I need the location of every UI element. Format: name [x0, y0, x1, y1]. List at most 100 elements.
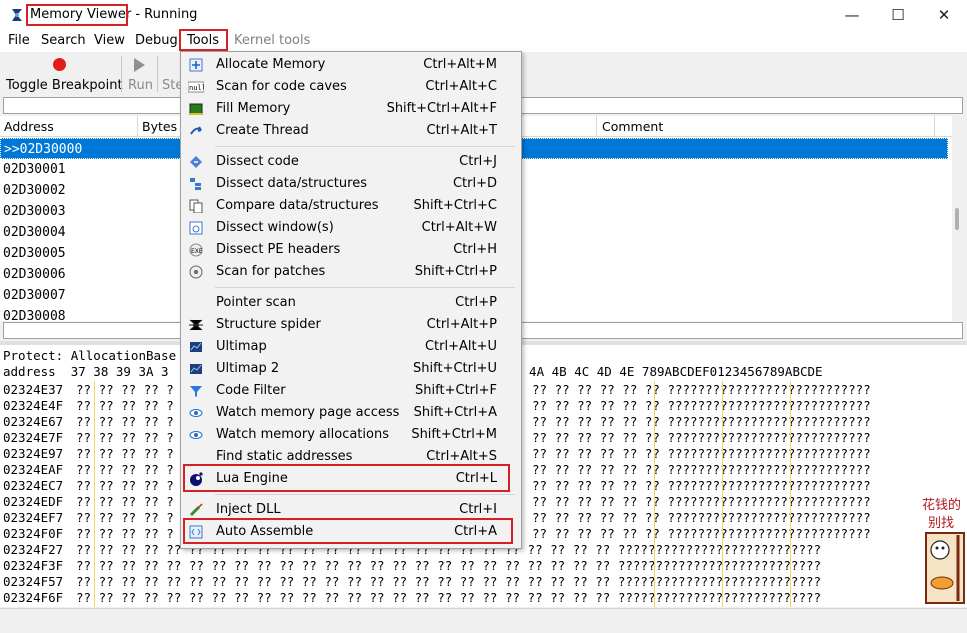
compare-icon [188, 198, 204, 214]
menu-item-inject-dll[interactable]: Inject DLL Ctrl+I [181, 499, 519, 521]
hex-row-bytes[interactable]: ?? ?? ?? ?? ? [76, 510, 174, 526]
hex-row-bytes[interactable]: ?? ?? ?? ?? ? [76, 526, 174, 542]
blank-icon [188, 449, 204, 465]
menu-item-find-static-addresses[interactable]: Find static addresses Ctrl+Alt+S [181, 446, 519, 468]
hex-row-bytes[interactable]: ?? ?? ?? ?? ? [76, 414, 174, 430]
protect-info: Protect: AllocationBase [3, 348, 177, 363]
hex-row-bytes-right[interactable]: ?? ?? ?? ?? ?? ?? ??????????????????????… [532, 510, 871, 526]
menu-item-scan-for-code-caves[interactable]: null Scan for code caves Ctrl+Alt+C [181, 76, 519, 98]
menu-item-shortcut: Shift+Ctrl+M [411, 427, 497, 442]
dissect-code-icon [188, 154, 204, 170]
run-label: Run [128, 78, 153, 93]
menu-item-shortcut: Ctrl+D [452, 176, 497, 191]
hex-row-bytes-right[interactable]: ?? ?? ?? ?? ?? ?? ??????????????????????… [532, 398, 871, 414]
menu-item-label: Inject DLL [216, 502, 281, 517]
hex-row-bytes[interactable]: ?? ?? ?? ?? ? [76, 382, 174, 398]
menu-view[interactable]: View [94, 33, 125, 48]
menu-item-dissect-data-structures[interactable]: Dissect data/structures Ctrl+D [181, 173, 519, 195]
hex-row-address: 02324E97 [3, 446, 64, 461]
column-divider[interactable] [934, 116, 935, 136]
menu-item-compare-data-structures[interactable]: Compare data/structures Shift+Ctrl+C [181, 195, 519, 217]
menu-debug[interactable]: Debug [135, 33, 178, 48]
scrollbar-thumb[interactable] [955, 208, 959, 230]
menu-item-shortcut: Ctrl+H [453, 242, 497, 257]
hex-row-bytes[interactable]: ?? ?? ?? ?? ?? ?? ?? ?? ?? ?? ?? ?? ?? ?… [76, 558, 821, 574]
disassembler-scrollbar[interactable] [952, 116, 967, 321]
menu-item-scan-for-patches[interactable]: Scan for patches Shift+Ctrl+P [181, 261, 519, 283]
menu-item-label: Dissect window(s) [216, 220, 334, 235]
hex-row-bytes[interactable]: ?? ?? ?? ?? ?? ?? ?? ?? ?? ?? ?? ?? ?? ?… [76, 590, 821, 606]
maximize-button[interactable]: ☐ [875, 0, 921, 30]
hex-row-bytes-right[interactable]: ?? ?? ?? ?? ?? ?? ??????????????????????… [532, 526, 871, 542]
menu-item-create-thread[interactable]: Create Thread Ctrl+Alt+T [181, 120, 519, 142]
menu-item-label: Pointer scan [216, 295, 296, 310]
menu-item-shortcut: Shift+Ctrl+A [413, 405, 497, 420]
menu-item-allocate-memory[interactable]: Allocate Memory Ctrl+Alt+M [181, 54, 519, 76]
hex-row-bytes[interactable]: ?? ?? ?? ?? ? [76, 446, 174, 462]
menu-item-label: Dissect data/structures [216, 176, 367, 191]
menu-item-label: Dissect PE headers [216, 242, 341, 257]
menu-item-label: Code Filter [216, 383, 286, 398]
menu-file[interactable]: File [8, 33, 30, 48]
menu-kernel-tools[interactable]: Kernel tools [234, 33, 310, 48]
hex-row-address: 02324EF7 [3, 510, 64, 525]
close-button[interactable]: ✕ [921, 0, 967, 30]
menu-item-label: Watch memory page access [216, 405, 400, 420]
hex-row-bytes[interactable]: ?? ?? ?? ?? ? [76, 430, 174, 446]
menu-item-dissect-pe-headers[interactable]: EXE Dissect PE headers Ctrl+H [181, 239, 519, 261]
menu-item-ultimap-2[interactable]: Ultimap 2 Shift+Ctrl+U [181, 358, 519, 380]
hex-row-bytes[interactable]: ?? ?? ?? ?? ?? ?? ?? ?? ?? ?? ?? ?? ?? ?… [76, 574, 821, 590]
menu-item-label: Watch memory allocations [216, 427, 389, 442]
pe-icon: EXE [188, 242, 204, 258]
hex-header-right: 9 4A 4B 4C 4D 4E 789ABCDEF0123456789ABCD… [514, 364, 823, 379]
menu-item-watch-memory-page-access[interactable]: Watch memory page access Shift+Ctrl+A [181, 402, 519, 424]
hex-row-bytes[interactable]: ?? ?? ?? ?? ? [76, 478, 174, 494]
hex-row-bytes-right[interactable]: ?? ?? ?? ?? ?? ?? ??????????????????????… [532, 446, 871, 462]
hex-row-bytes-right[interactable]: ?? ?? ?? ?? ?? ?? ??????????????????????… [532, 414, 871, 430]
menu-item-pointer-scan[interactable]: Pointer scan Ctrl+P [181, 292, 519, 314]
thread-icon [188, 123, 204, 139]
toolbar-divider [157, 56, 158, 92]
step-button[interactable]: Ste [160, 54, 182, 94]
hex-row-bytes-right[interactable]: ?? ?? ?? ?? ?? ?? ??????????????????????… [532, 462, 871, 478]
menu-item-code-filter[interactable]: Code Filter Shift+Ctrl+F [181, 380, 519, 402]
menu-item-watch-memory-allocations[interactable]: Watch memory allocations Shift+Ctrl+M [181, 424, 519, 446]
cheat-engine-icon [9, 7, 25, 23]
hex-row-bytes-right[interactable]: ?? ?? ?? ?? ?? ?? ??????????????????????… [532, 382, 871, 398]
pointer-icon [188, 295, 204, 311]
menu-tools[interactable]: Tools [187, 33, 219, 48]
menu-item-label: Dissect code [216, 154, 299, 169]
menu-item-shortcut: Ctrl+Alt+M [423, 57, 497, 72]
hex-row-address: 02324EC7 [3, 478, 64, 493]
menu-item-auto-assemble[interactable]: Auto Assemble Ctrl+A [181, 521, 519, 543]
menu-item-structure-spider[interactable]: Structure spider Ctrl+Alt+P [181, 314, 519, 336]
hex-row-bytes-right[interactable]: ?? ?? ?? ?? ?? ?? ??????????????????????… [532, 478, 871, 494]
menu-item-fill-memory[interactable]: Fill Memory Shift+Ctrl+Alt+F [181, 98, 519, 120]
run-button[interactable]: Run [126, 54, 154, 94]
hex-row-bytes[interactable]: ?? ?? ?? ?? ? [76, 398, 174, 414]
hex-row-bytes-right[interactable]: ?? ?? ?? ?? ?? ?? ??????????????????????… [532, 494, 871, 510]
hex-row-bytes[interactable]: ?? ?? ?? ?? ? [76, 494, 174, 510]
hex-row-bytes-right[interactable]: ?? ?? ?? ?? ?? ?? ??????????????????????… [532, 430, 871, 446]
column-comment[interactable]: Comment [602, 119, 663, 134]
column-divider[interactable] [596, 116, 597, 136]
hex-row-address: 02324EAF [3, 462, 64, 477]
ultimap2-icon [188, 361, 204, 377]
column-address[interactable]: Address [4, 119, 54, 134]
menu-search[interactable]: Search [41, 33, 86, 48]
toggle-breakpoint-button[interactable]: Toggle Breakpoint [5, 54, 123, 94]
hex-row-bytes[interactable]: ?? ?? ?? ?? ? [76, 462, 174, 478]
menu-item-dissect-window-s[interactable]: Dissect window(s) Ctrl+Alt+W [181, 217, 519, 239]
menu-item-lua-engine[interactable]: Lua Engine Ctrl+L [181, 468, 519, 490]
column-bytes[interactable]: Bytes [142, 119, 177, 134]
hex-row-address: 02324F27 [3, 542, 64, 557]
window-title: Memory Viewer - Running [30, 7, 197, 22]
column-divider[interactable] [137, 116, 138, 136]
menu-item-dissect-code[interactable]: Dissect code Ctrl+J [181, 151, 519, 173]
minimize-button[interactable]: — [829, 0, 875, 30]
menu-item-shortcut: Ctrl+A [454, 524, 497, 539]
menu-item-ultimap[interactable]: Ultimap Ctrl+Alt+U [181, 336, 519, 358]
tools-dropdown-menu: Allocate Memory Ctrl+Alt+M null Scan for co… [180, 51, 522, 549]
maximize-icon: ☐ [891, 6, 905, 24]
svg-text:别找: 别找 [928, 516, 954, 531]
